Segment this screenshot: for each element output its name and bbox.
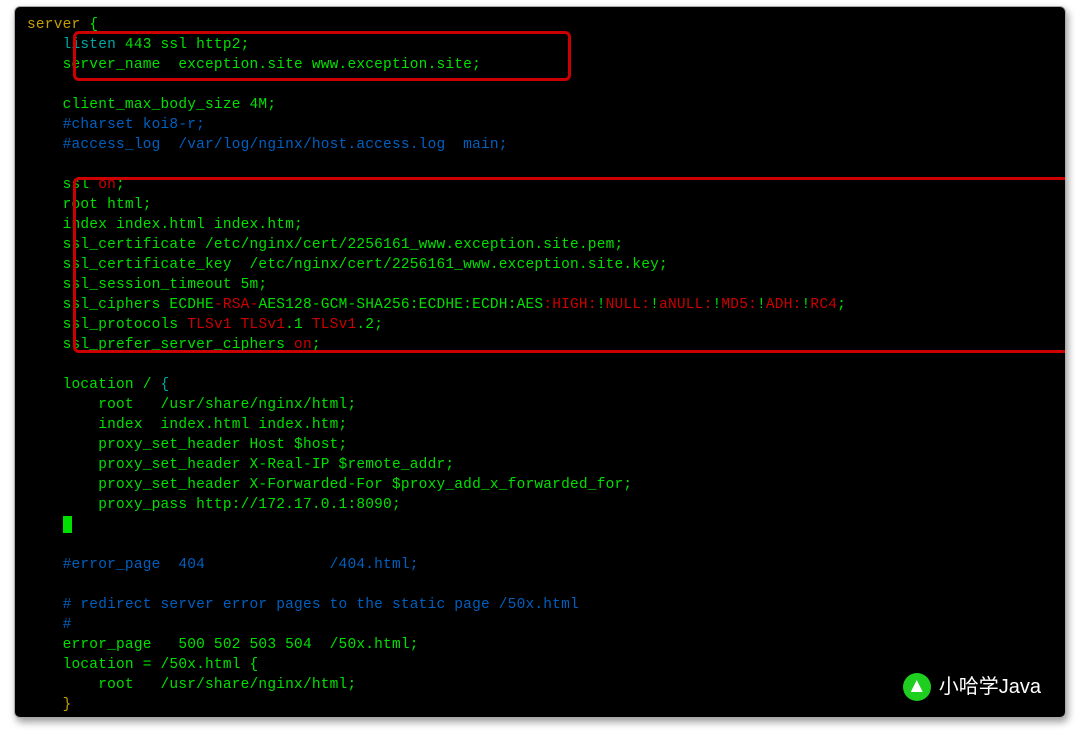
directive-location-50x: location = /50x.html {: [27, 657, 258, 673]
directive-ssl-protocols: ssl_protocols: [27, 317, 187, 333]
directive-root-50x: root /usr/share/nginx/html;: [27, 677, 356, 693]
brace: {: [80, 17, 98, 33]
watermark-text: 小哈学Java: [939, 677, 1041, 697]
directive-root: root html;: [27, 197, 152, 213]
comment-error-page-404: #error_page 404 /404.html;: [27, 557, 419, 573]
directive-listen: listen: [27, 37, 116, 53]
directive-ssl-ciphers: ssl_ciphers ECDHE: [27, 297, 214, 313]
directive-proxy-pass: proxy_pass http://172.17.0.1:8090;: [27, 497, 401, 513]
brace: {: [161, 377, 170, 393]
directive-ssl-session-timeout: ssl_session_timeout 5m;: [27, 277, 267, 293]
directive-proxy-set-header-xreal: proxy_set_header X-Real-IP $remote_addr;: [27, 457, 454, 473]
brace-close: }: [63, 697, 72, 713]
comment-redirect-note: # redirect server error pages to the sta…: [27, 597, 579, 613]
directive-ssl-prefer-server-ciphers: ssl_prefer_server_ciphers: [27, 337, 294, 353]
value-on: on: [98, 177, 116, 193]
directive-index-loc: index index.html index.htm;: [27, 417, 347, 433]
directive-error-page-500: error_page 500 502 503 504 /50x.html;: [27, 637, 419, 653]
directive-ssl-certificate-key: ssl_certificate_key /etc/nginx/cert/2256…: [27, 257, 668, 273]
directive-index: index index.html index.htm;: [27, 217, 303, 233]
comment-charset: #charset koi8-r;: [27, 117, 205, 133]
directive-client-max-body-size: client_max_body_size 4M;: [27, 97, 276, 113]
terminal-window: server { listen 443 ssl http2; server_na…: [14, 6, 1066, 718]
directive-proxy-set-header-xfwd: proxy_set_header X-Forwarded-For $proxy_…: [27, 477, 632, 493]
directive-server-name: server_name exception.site www.exception…: [27, 57, 481, 73]
directive-root-loc: root /usr/share/nginx/html;: [27, 397, 356, 413]
directive-location: location /: [27, 377, 161, 393]
editor-cursor: [63, 516, 72, 533]
watermark: 小哈学Java: [903, 673, 1041, 701]
listen-value: 443 ssl http2;: [116, 37, 250, 53]
nginx-config-code: server { listen 443 ssl http2; server_na…: [27, 15, 846, 715]
comment-access-log: #access_log /var/log/nginx/host.access.l…: [27, 137, 508, 153]
directive-ssl: ssl: [27, 177, 98, 193]
directive-proxy-set-header-host: proxy_set_header Host $host;: [27, 437, 347, 453]
comment-hash: #: [27, 617, 72, 633]
directive-ssl-certificate: ssl_certificate /etc/nginx/cert/2256161_…: [27, 237, 623, 253]
keyword-server: server: [27, 17, 80, 33]
wechat-icon: [903, 673, 931, 701]
